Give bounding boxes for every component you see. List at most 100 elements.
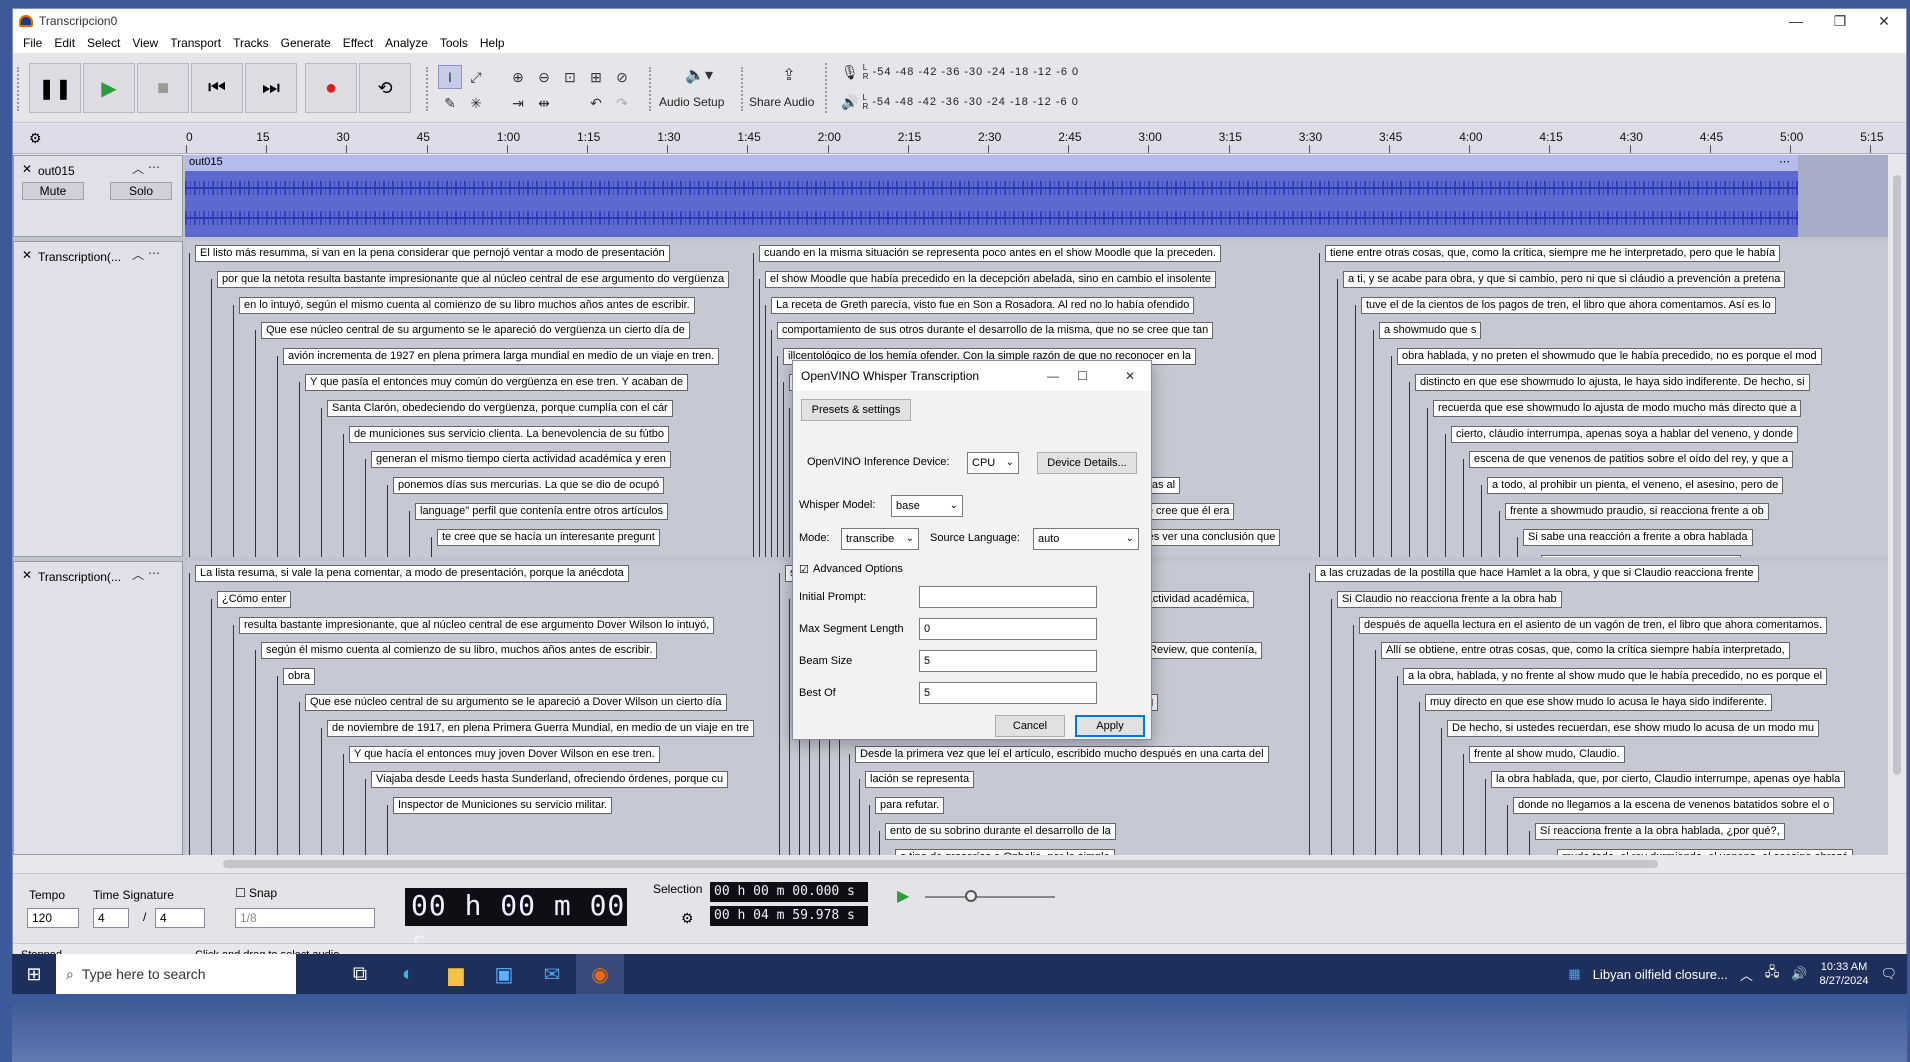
label-boundary-line[interactable] [387,485,388,557]
transcription-label[interactable]: Si Claudio no reacciona frente a la obra… [1337,590,1562,608]
store-button[interactable]: ▣ [480,954,528,994]
label-boundary-line[interactable] [1409,382,1410,557]
pause-button[interactable]: ❚❚ [29,63,81,113]
label-boundary-line[interactable] [211,278,212,557]
fit-selection-button[interactable]: ⊡ [558,65,582,89]
label-boundary-line[interactable] [387,805,388,855]
redo-button[interactable]: ↷ [610,91,634,115]
label-boundary-line[interactable] [343,753,344,855]
audio-track-name[interactable]: out015 [38,164,75,178]
transcription-label[interactable]: a showmudo que s [1379,322,1482,340]
transcription-label[interactable]: El listo más resumma, si van en la pena … [195,245,670,262]
label-boundary-line[interactable] [789,598,790,855]
transcription-label[interactable]: muy directo en que ese show mudo lo acus… [1425,694,1772,711]
label-boundary-line[interactable] [1481,485,1482,557]
track-close-icon[interactable]: ✕ [22,162,32,176]
label-boundary-line[interactable] [1397,676,1398,855]
label-boundary-line[interactable] [233,304,234,557]
label-boundary-line[interactable] [321,407,322,557]
transcription-label[interactable]: comportamiento de sus otros durante el d… [777,322,1214,340]
selection-end-time[interactable]: 00 h 04 m 59.978 s [710,906,868,926]
label-boundary-line[interactable] [779,573,780,855]
label-boundary-line[interactable] [1373,330,1374,557]
label-boundary-line[interactable] [277,676,278,855]
track-close-icon[interactable]: ✕ [22,248,32,262]
notification-icon[interactable]: 🗨 [1880,966,1897,982]
zoom-toggle-button[interactable]: ⊘ [610,65,634,89]
label-boundary-line[interactable] [789,407,790,557]
menu-select[interactable]: Select [81,36,126,50]
chevron-up-icon[interactable]: ︿ [1740,965,1753,984]
transcription-label[interactable]: avión incrementa de 1927 en plena primer… [283,348,720,366]
track-menu-icon[interactable]: ⋯ [148,566,160,580]
track-close-icon[interactable]: ✕ [22,568,32,582]
menu-generate[interactable]: Generate [275,36,337,50]
collapse-icon[interactable]: ︿ [132,160,144,177]
selection-start-time[interactable]: 00 h 00 m 00.000 s [710,882,868,902]
transcription-label[interactable]: donde no llegamos a la escena de venenos… [1513,797,1835,815]
solo-button[interactable]: Solo [110,182,172,200]
device-select[interactable]: CPU ⌄ [967,452,1019,474]
mute-button[interactable]: Mute [22,182,84,200]
label-boundary-line[interactable] [189,253,190,557]
draw-tool[interactable]: ✎ [438,91,462,115]
transcription-label[interactable]: Viajaba desde Leeds hasta Sunderland, of… [371,771,729,789]
play-at-speed-icon[interactable]: ▶ [897,886,909,906]
audio-waveform-area[interactable]: out015 ⋯ [185,155,1888,237]
label-boundary-line[interactable] [1507,805,1508,855]
taskbar-search-box[interactable]: ⌕ Type here to search [56,954,296,994]
max-segment-input[interactable]: 0 [919,618,1097,640]
transcription-label[interactable]: de municiones sus servicio clienta. La b… [349,425,670,443]
timeline-ruler[interactable]: ⚙ 0 15 30 45 1:00 1:15 1:30 1:45 2:00 2:15 2:30 2:4… [13,124,1906,154]
tempo-input[interactable]: 120 [27,908,79,928]
toolbar-grip[interactable] [649,67,653,111]
news-headline[interactable]: Libyan oilfield closure... [1593,967,1728,982]
label-boundary-line[interactable] [849,753,850,855]
beam-size-input[interactable]: 5 [919,650,1097,672]
mode-select[interactable]: transcribe ⌄ [841,528,919,550]
menu-help[interactable]: Help [474,36,511,50]
audacity-taskbar-button[interactable]: ◉ [576,954,624,994]
track-menu-icon[interactable]: ⋯ [148,246,160,260]
time-signature-numerator[interactable]: 4 [93,908,129,928]
label-boundary-line[interactable] [1529,831,1530,855]
label-boundary-line[interactable] [1355,304,1356,557]
transcription-label[interactable]: ¿Cómo enter [217,590,292,608]
menu-view[interactable]: View [126,36,164,50]
play-speed-slider[interactable] [925,896,1055,898]
zoom-out-button[interactable]: ⊖ [532,65,556,89]
label-boundary-line[interactable] [759,278,760,557]
label-boundary-line[interactable] [783,382,784,557]
collapse-icon[interactable]: ︿ [132,246,144,263]
network-icon[interactable]: 🖧 [1765,963,1780,985]
dialog-maximize-icon[interactable]: ☐ [1077,369,1088,383]
transcription-label[interactable]: generan el mismo tiempo cierta actividad… [371,451,671,469]
transcription-label[interactable]: Sí reacciona frente a la obra hablada, ¿… [1535,823,1785,840]
dialog-title-bar[interactable]: OpenVINO Whisper Transcription — ☐ ✕ [793,361,1151,391]
waveform-left[interactable] [185,175,1798,201]
label-boundary-line[interactable] [1337,278,1338,557]
transcription-label[interactable]: a las cruzadas de la postilla que hace H… [1315,565,1759,582]
transcription-label[interactable]: obra hablada, y no preten el showmudo qu… [1397,348,1822,366]
label-boundary-line[interactable] [1375,650,1376,855]
apply-button[interactable]: Apply [1075,715,1145,737]
transcription-label[interactable]: La receta de Greth parecía, visto fue en… [771,296,1195,314]
waveform-right[interactable] [185,205,1798,231]
track-menu-icon[interactable]: ⋯ [148,160,160,174]
transcription-label[interactable]: Desde la primera vez que leí el artículo… [855,745,1269,763]
transcription-label[interactable]: tiene entre otras cosas, que, como la cr… [1325,245,1781,262]
label-boundary-line[interactable] [1463,753,1464,855]
cancel-button[interactable]: Cancel [995,715,1065,737]
transcription-label[interactable]: distincto en que ese showmudo lo ajusta,… [1415,374,1810,391]
transcription-label[interactable]: Santa Clarón, obedeciendo do vergüenza, … [327,399,673,417]
label-track-2-name[interactable]: Transcription(... [38,570,121,584]
transcription-label[interactable]: de noviembre de 1917, en plena Primera G… [327,719,755,737]
label-boundary-line[interactable] [211,598,212,855]
skip-to-end-button[interactable]: ⏭ [245,63,297,113]
transcription-label[interactable]: recuerda que ese showmudo lo ajusta de m… [1433,399,1802,417]
transcription-label[interactable]: te cree que se hacía un interesante preg… [437,528,660,546]
label-boundary-line[interactable] [189,573,190,855]
start-button[interactable]: ⊞ [12,954,56,994]
time-signature-denominator[interactable]: 4 [155,908,205,928]
volume-icon[interactable]: 🔊 [1791,966,1807,982]
